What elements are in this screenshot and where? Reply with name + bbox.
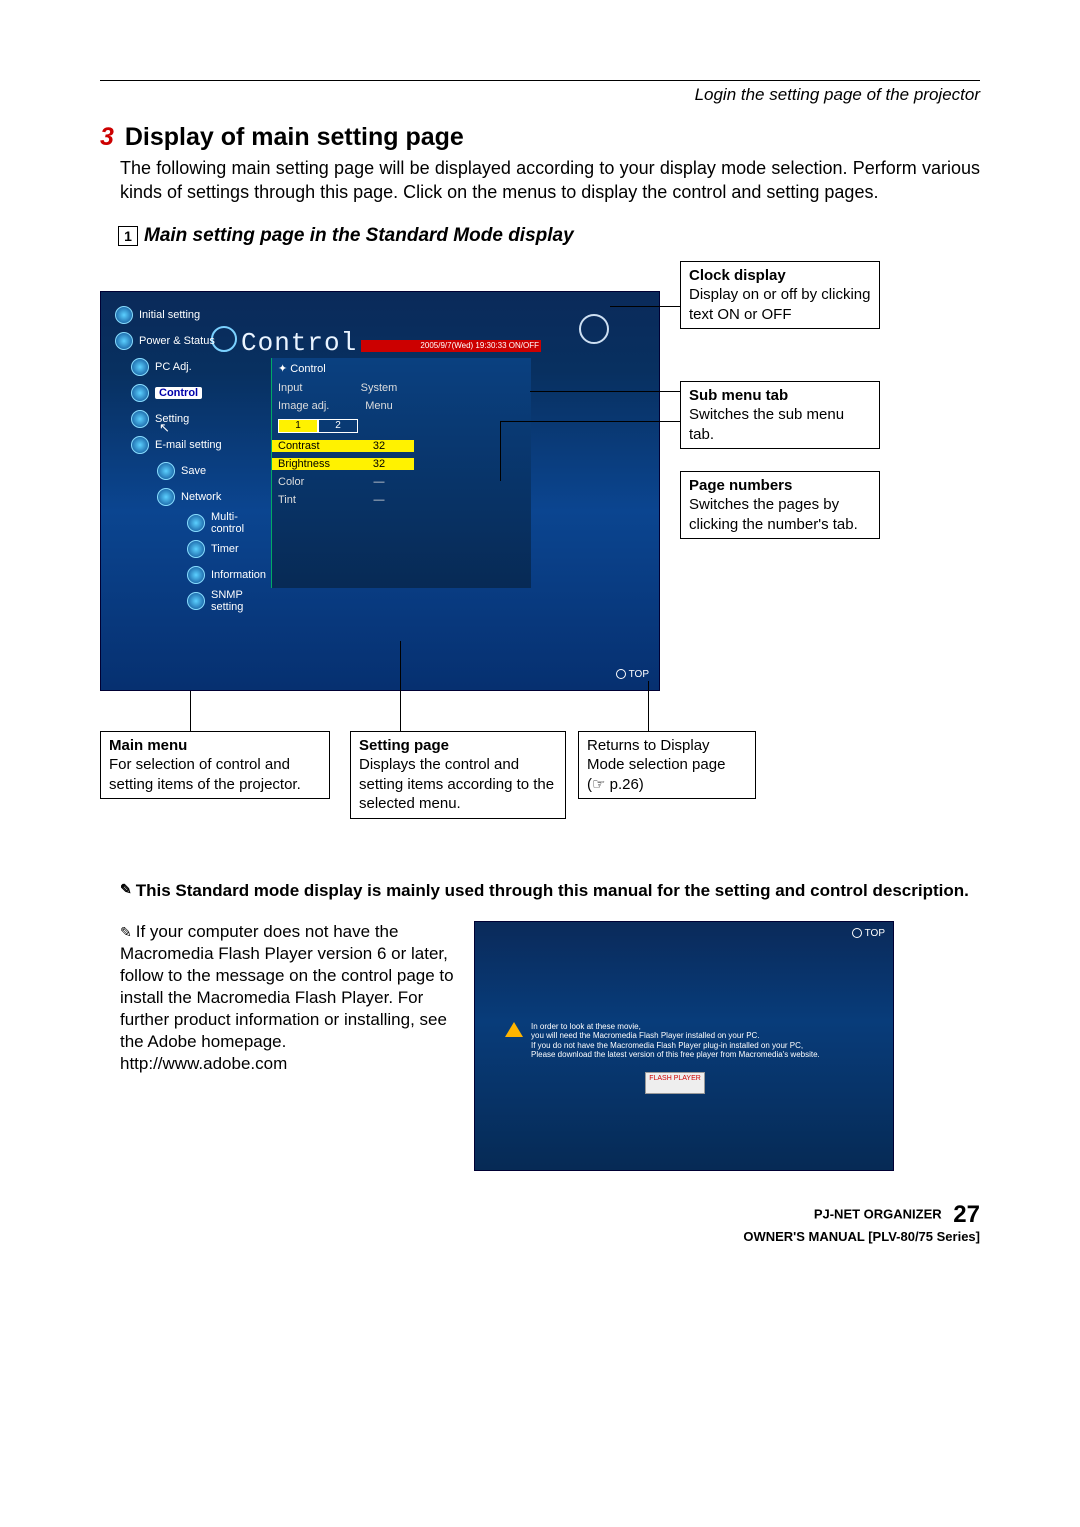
footer: PJ-NET ORGANIZER 27 OWNER'S MANUAL [PLV-… xyxy=(100,1201,980,1244)
setting-panel: ✦ Control InputSystemImage adj.Menu 12 C… xyxy=(271,358,531,588)
breadcrumb: Login the setting page of the projector xyxy=(100,85,980,105)
menu-icon xyxy=(157,488,175,506)
leader-line xyxy=(500,421,680,422)
sidebar-item-label: Power & Status xyxy=(139,335,215,347)
sidebar-item-label: E-mail setting xyxy=(155,439,222,451)
sidebar-item-label: Save xyxy=(181,465,206,477)
sidebar-item[interactable]: SNMP setting xyxy=(107,588,267,614)
section-title: 3 Display of main setting page xyxy=(100,123,980,152)
flash-message: In order to look at these movie,you will… xyxy=(531,1022,851,1060)
top-link[interactable]: TOP xyxy=(852,928,885,939)
clock-icon[interactable] xyxy=(579,314,609,344)
sidebar-item-label: SNMP setting xyxy=(211,589,267,613)
menu-icon xyxy=(187,514,205,532)
leader-line xyxy=(500,421,501,481)
subsection-title: 1 Main setting page in the Standard Mode… xyxy=(118,225,980,247)
sidebar-item-label: Timer xyxy=(211,543,239,555)
subsection-number: 1 xyxy=(118,226,138,246)
menu-icon xyxy=(187,540,205,558)
callout-mainmenu: Main menuFor selection of control and se… xyxy=(100,731,330,800)
param-row[interactable]: Contrast32 xyxy=(272,437,531,455)
sidebar-item[interactable]: Network xyxy=(107,484,267,510)
callout-pagenumbers: Page numbersSwitches the pages by clicki… xyxy=(680,471,880,540)
menu-icon xyxy=(131,358,149,376)
callout-submenu: Sub menu tabSwitches the sub menu tab. xyxy=(680,381,880,450)
leader-line xyxy=(530,391,680,392)
panel-title: ✦ Control xyxy=(272,358,531,379)
menu-icon xyxy=(157,462,175,480)
sidebar-item[interactable]: Setting xyxy=(107,406,267,432)
flash-note: ✎If your computer does not have the Macr… xyxy=(120,921,460,1171)
sidebar-item[interactable]: Multi-control xyxy=(107,510,267,536)
sidebar-item-label: PC Adj. xyxy=(155,361,192,373)
sidebar-item-label: Network xyxy=(181,491,221,503)
flash-screenshot: TOP In order to look at these movie,you … xyxy=(474,921,894,1171)
callout-settingpage: Setting pageDisplays the control and set… xyxy=(350,731,566,819)
top-rule xyxy=(100,80,980,81)
menu-icon xyxy=(131,410,149,428)
flash-player-button[interactable]: FLASH PLAYER xyxy=(645,1072,705,1094)
sidebar-item[interactable]: Initial setting xyxy=(107,302,267,328)
leader-line xyxy=(648,681,649,731)
menu-icon xyxy=(131,436,149,454)
note-bold: ✎ This Standard mode display is mainly u… xyxy=(120,881,980,901)
sidebar-item-label: Control xyxy=(155,387,202,399)
submenu-row[interactable]: InputSystem xyxy=(272,379,531,397)
footer-manual: OWNER'S MANUAL [PLV-80/75 Series] xyxy=(743,1229,980,1244)
top-link[interactable]: TOP xyxy=(616,669,649,680)
menu-icon xyxy=(115,332,133,350)
date-bar[interactable]: 2005/9/7(Wed) 19:30:33 ON/OFF xyxy=(361,340,541,352)
sidebar-item[interactable]: Save xyxy=(107,458,267,484)
sidebar-item-label: Information xyxy=(211,569,266,581)
page-tab[interactable]: 2 xyxy=(318,419,358,433)
section-body: The following main setting page will be … xyxy=(120,156,980,205)
sidebar-item[interactable]: Information xyxy=(107,562,267,588)
page-tabs: 12 xyxy=(278,419,531,433)
section-title-text: Display of main setting page xyxy=(125,123,464,151)
hand-icon: ✎ xyxy=(120,924,132,940)
callout-clock: Clock displayDisplay on or off by clicki… xyxy=(680,261,880,330)
param-row[interactable]: Tint— xyxy=(272,491,531,509)
flash-section: ✎If your computer does not have the Macr… xyxy=(120,921,980,1171)
subsection-title-text: Main setting page in the Standard Mode d… xyxy=(144,225,574,247)
submenu-row[interactable]: Image adj.Menu xyxy=(272,397,531,415)
sidebar-item[interactable]: Timer xyxy=(107,536,267,562)
page-tab[interactable]: 1 xyxy=(278,419,318,433)
param-row[interactable]: Color— xyxy=(272,473,531,491)
leader-line xyxy=(610,306,680,307)
app-screenshot: Control 2005/9/7(Wed) 19:30:33 ON/OFF In… xyxy=(100,291,660,691)
section-number: 3 xyxy=(100,123,114,151)
sidebar-item[interactable]: PC Adj. xyxy=(107,354,267,380)
leader-line xyxy=(190,691,191,731)
page-number: 27 xyxy=(953,1201,980,1228)
flash-warning: In order to look at these movie,you will… xyxy=(505,1022,851,1060)
cursor-icon: ↖ xyxy=(159,420,170,436)
sidebar-item-label: Multi-control xyxy=(211,511,267,535)
main-menu: Initial setting Power & Status PC Adj. Cont… xyxy=(107,302,267,614)
adobe-url: http://www.adobe.com xyxy=(120,1054,287,1073)
hand-icon: ✎ xyxy=(120,881,132,901)
param-row[interactable]: Brightness32 xyxy=(272,455,531,473)
refresh-icon xyxy=(852,928,862,938)
menu-icon xyxy=(131,384,149,402)
sidebar-item[interactable]: E-mail setting xyxy=(107,432,267,458)
menu-icon xyxy=(115,306,133,324)
sidebar-item[interactable]: Control xyxy=(107,380,267,406)
menu-icon xyxy=(187,566,205,584)
footer-product: PJ-NET ORGANIZER xyxy=(814,1206,942,1221)
diagram-area: Control 2005/9/7(Wed) 19:30:33 ON/OFF In… xyxy=(100,261,980,861)
sidebar-item[interactable]: Power & Status xyxy=(107,328,267,354)
callout-return: Returns to Display Mode selection page (… xyxy=(578,731,756,800)
warning-icon xyxy=(505,1022,523,1037)
menu-icon xyxy=(187,592,205,610)
refresh-icon xyxy=(616,669,626,679)
sidebar-item-label: Initial setting xyxy=(139,309,200,321)
leader-line xyxy=(400,641,401,731)
